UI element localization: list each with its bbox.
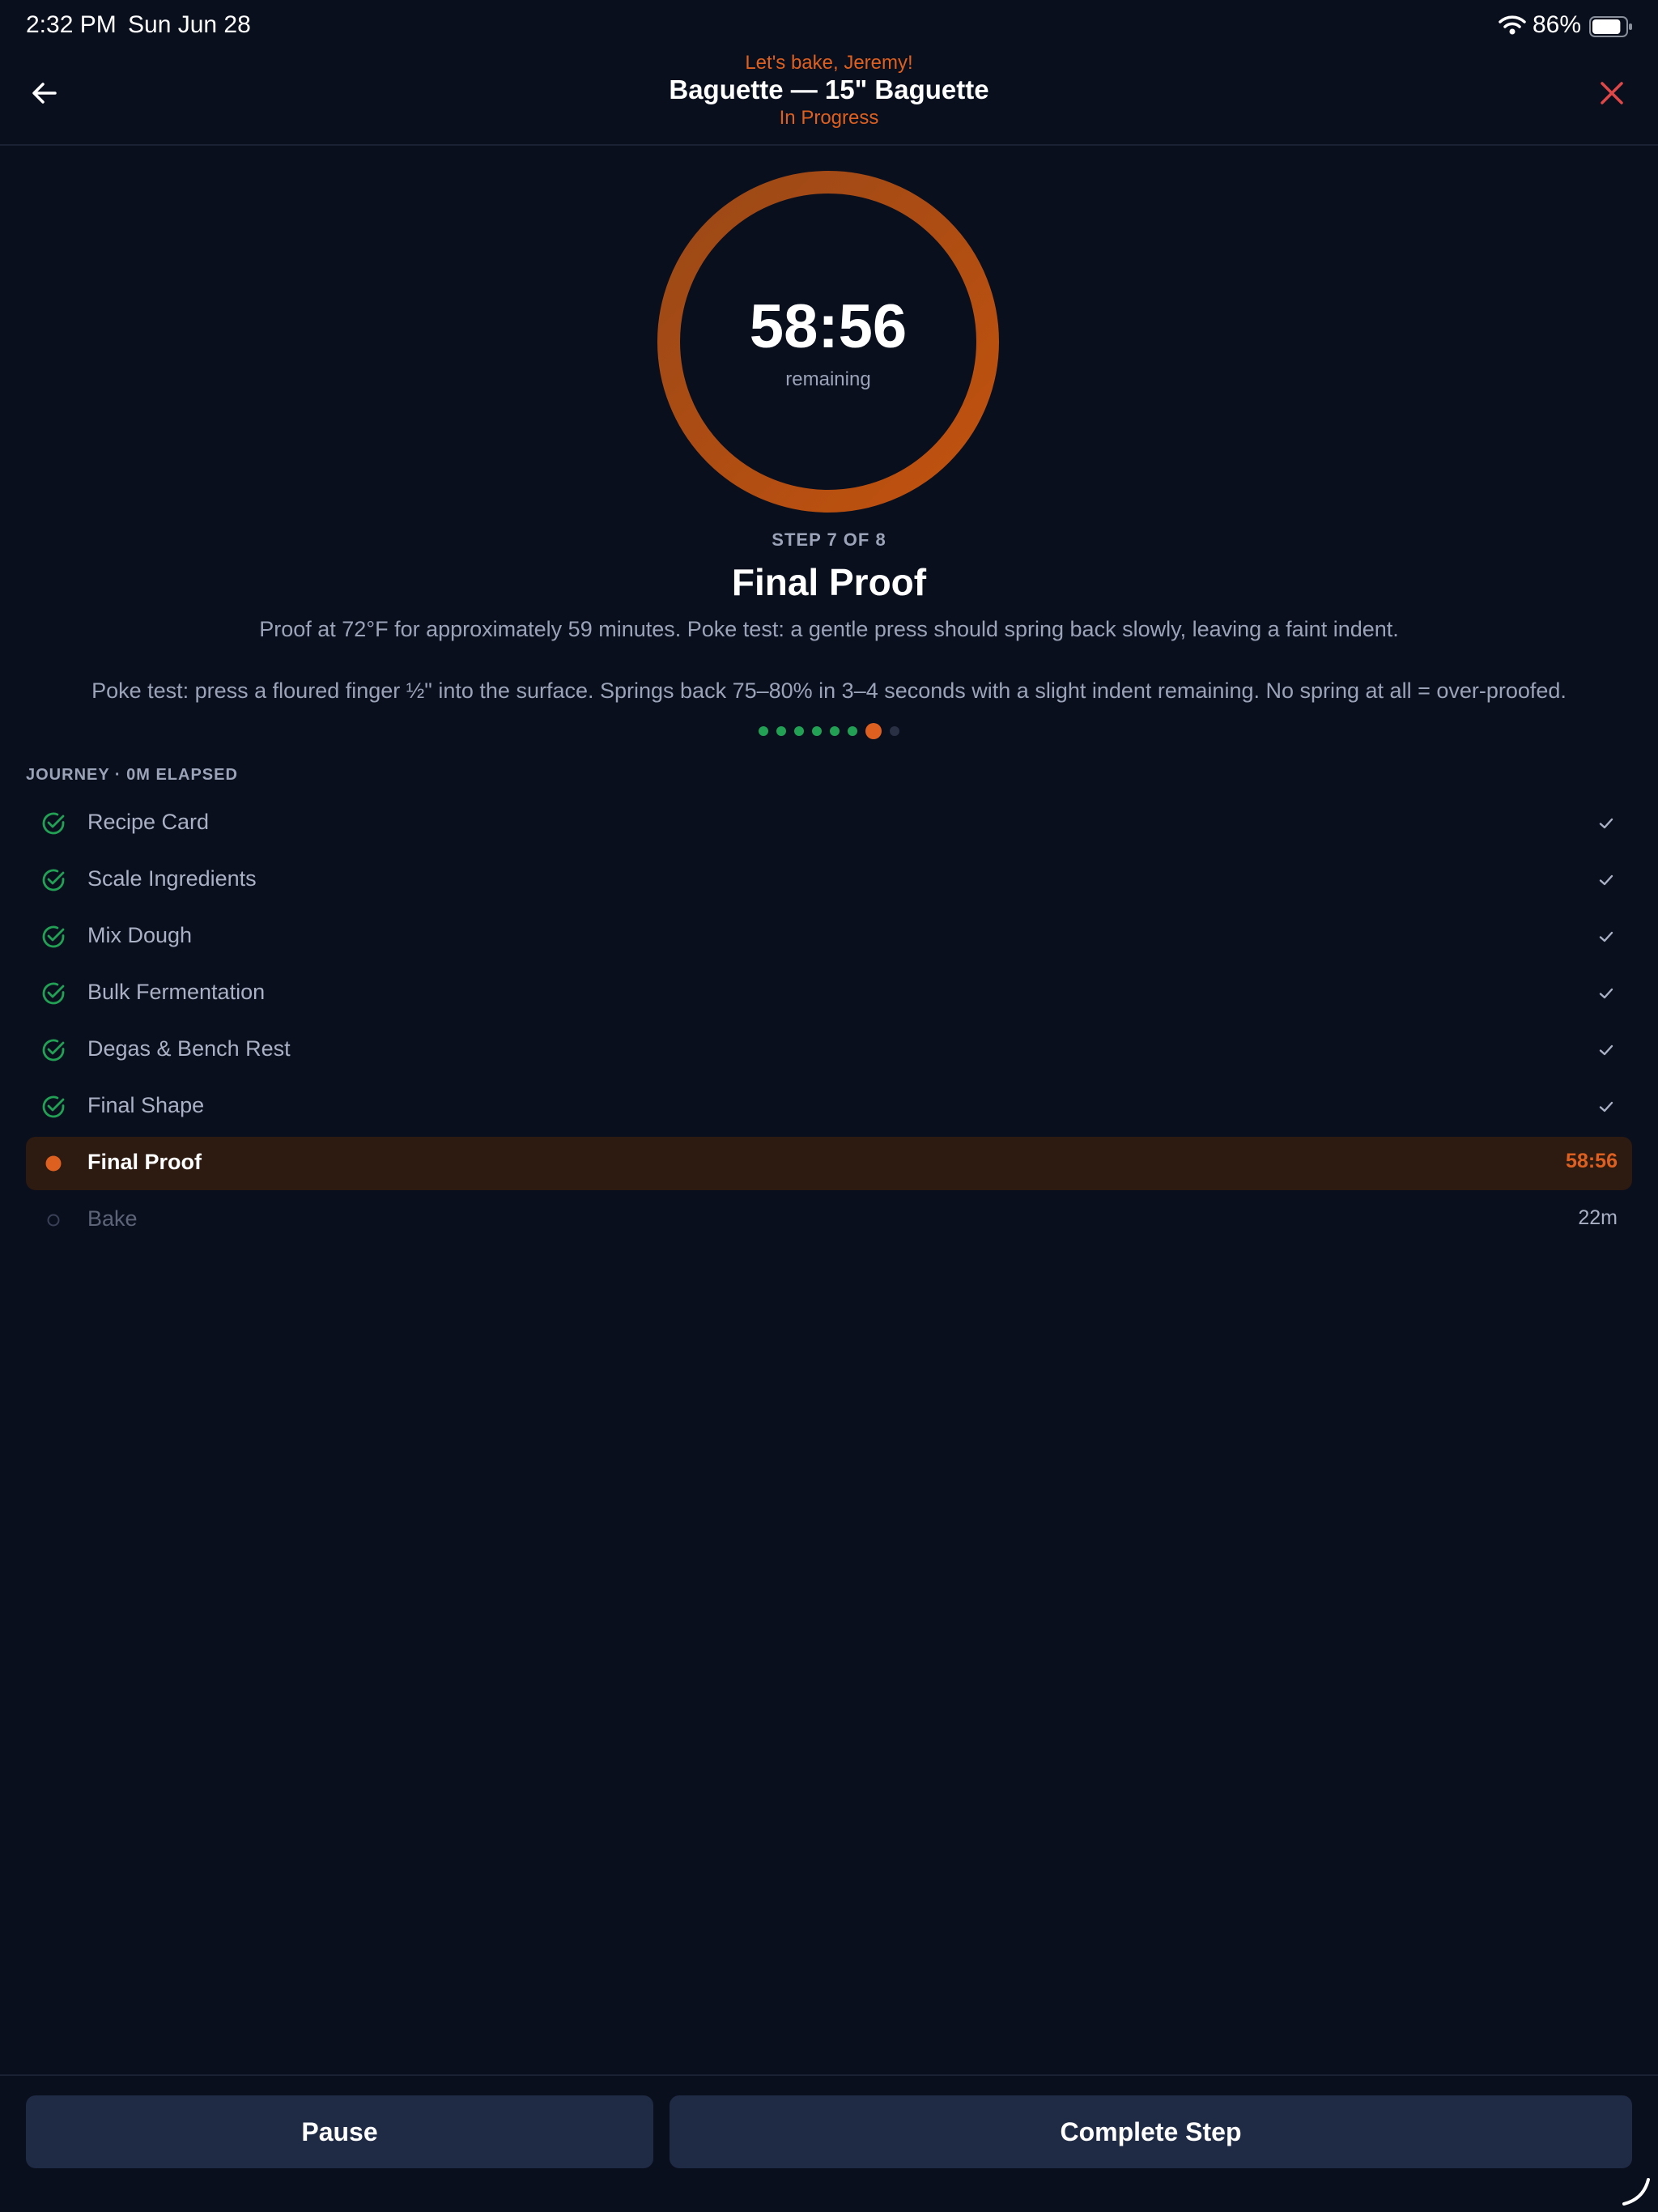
progress-dot	[794, 726, 804, 736]
battery-percent: 86%	[1533, 11, 1582, 38]
check-circle-icon	[40, 867, 66, 893]
checkmark-icon	[1599, 1101, 1613, 1112]
progress-dot	[890, 726, 899, 736]
complete-step-button[interactable]: Complete Step	[670, 2095, 1632, 2168]
footer: Pause Complete Step	[0, 2074, 1658, 2212]
page-title: Baguette — 15" Baguette	[669, 74, 989, 104]
timer-value: 58:56	[749, 292, 908, 361]
check-circle-icon	[40, 1094, 66, 1120]
checkmark-icon	[1599, 931, 1613, 942]
status-label: In Progress	[779, 107, 879, 129]
journey-row-label: Degas & Bench Rest	[87, 1036, 291, 1061]
timer-label: remaining	[785, 368, 871, 390]
journey-label: JOURNEY · 0M ELAPSED	[26, 766, 238, 784]
journey-row[interactable]: Final Shape	[26, 1080, 1632, 1134]
journey-row-label: Scale Ingredients	[87, 866, 257, 891]
wifi-icon	[1499, 15, 1526, 35]
journey-row-timer: 58:56	[1566, 1150, 1618, 1172]
checkmark-icon	[1599, 874, 1613, 886]
progress-dot	[759, 726, 768, 736]
journey-row[interactable]: Degas & Bench Rest	[26, 1023, 1632, 1077]
check-circle-icon	[40, 981, 66, 1006]
progress-dot	[812, 726, 822, 736]
journey-row-label: Final Proof	[87, 1150, 202, 1174]
journey-row-label: Final Shape	[87, 1093, 205, 1117]
pause-button[interactable]: Pause	[26, 2095, 653, 2168]
check-circle-icon	[40, 1037, 66, 1063]
progress-dot	[848, 726, 857, 736]
checkmark-icon	[1599, 988, 1613, 999]
journey-row[interactable]: Recipe Card	[26, 797, 1632, 850]
step-counter: STEP 7 OF 8	[772, 530, 886, 550]
journey-row[interactable]: Mix Dough	[26, 910, 1632, 963]
hollow-circle-icon	[40, 1207, 66, 1233]
header: Let's bake, Jeremy! Baguette — 15" Bague…	[0, 52, 1658, 146]
pencil-handle-icon[interactable]	[1619, 2175, 1652, 2207]
journey-row-label: Recipe Card	[87, 810, 210, 834]
journey-row[interactable]: Scale Ingredients	[26, 853, 1632, 907]
step-description: Proof at 72°F for approximately 59 minut…	[259, 617, 1399, 641]
check-circle-icon	[40, 924, 66, 950]
filled-dot-icon	[40, 1151, 66, 1176]
journey-row-duration: 22m	[1578, 1206, 1618, 1229]
journey-row[interactable]: Bulk Fermentation	[26, 967, 1632, 1020]
journey-row[interactable]: Final Proof 58:56	[26, 1137, 1632, 1190]
checkmark-icon	[1599, 818, 1613, 829]
progress-dot	[830, 726, 840, 736]
greeting: Let's bake, Jeremy!	[745, 52, 913, 74]
journey-row[interactable]: Bake 22m	[26, 1193, 1632, 1247]
journey-row-label: Mix Dough	[87, 923, 193, 947]
journey-row-label: Bulk Fermentation	[87, 980, 266, 1004]
check-circle-icon	[40, 810, 66, 836]
journey-row-label: Bake	[87, 1206, 138, 1231]
progress-dot	[776, 726, 786, 736]
status-bar: 2:32 PM Sun Jun 28 86%	[0, 0, 1658, 52]
step-title: Final Proof	[731, 561, 927, 603]
checkmark-icon	[1599, 1044, 1613, 1056]
close-icon	[1601, 82, 1623, 104]
battery-icon	[1589, 16, 1632, 37]
step-tip: Poke test: press a floured finger ½" int…	[91, 678, 1567, 703]
status-time: 2:32 PM	[26, 11, 117, 38]
progress-dots	[0, 722, 1658, 740]
close-button[interactable]	[1592, 73, 1632, 113]
status-date: Sun Jun 28	[128, 11, 251, 38]
progress-dot	[865, 723, 882, 739]
